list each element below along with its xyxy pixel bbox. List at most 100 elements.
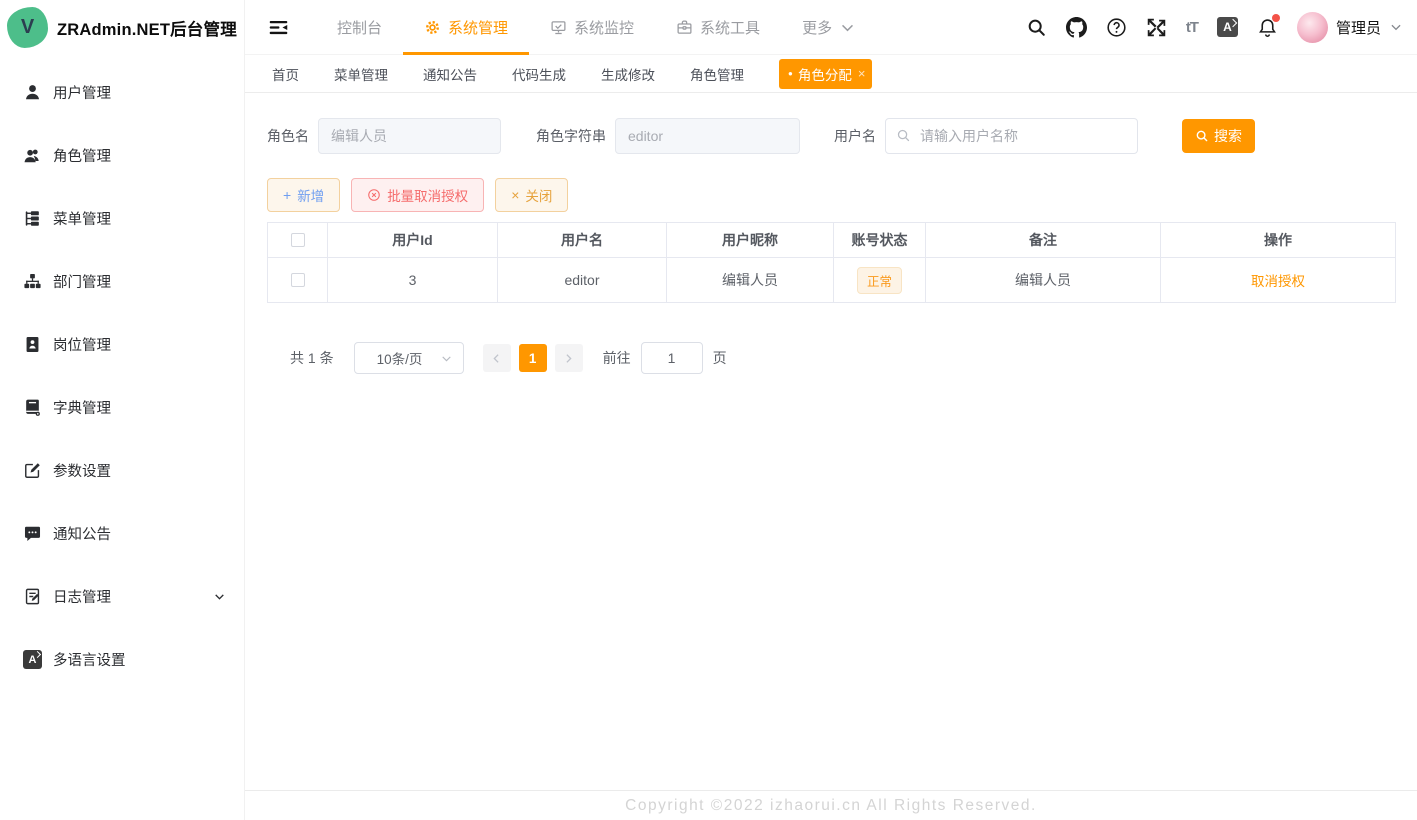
nav-item-system-management[interactable]: 系统管理 <box>403 0 529 55</box>
copyright-text: Copyright ©2022 izhaorui.cn All Rights R… <box>625 797 1037 815</box>
tag-view-bar: 首页 菜单管理 通知公告 代码生成 生成修改 角色管理 ● 角色分配 × <box>245 55 1417 93</box>
username-input[interactable] <box>885 118 1138 154</box>
username-input-wrap <box>885 118 1138 154</box>
github-icon[interactable] <box>1066 17 1087 38</box>
chevron-down-icon <box>839 19 856 36</box>
tab-close-icon[interactable]: × <box>858 66 866 81</box>
chevron-down-icon <box>440 352 453 365</box>
row-checkbox[interactable] <box>291 273 305 287</box>
notification-dot <box>1272 14 1280 22</box>
nav-item-more[interactable]: 更多 <box>781 0 877 55</box>
tab-home[interactable]: 首页 <box>272 64 299 84</box>
sidebar-item-roles[interactable]: 角色管理 <box>0 124 244 187</box>
sidebar-item-notice[interactable]: 通知公告 <box>0 502 244 565</box>
sidebar-item-users[interactable]: 用户管理 <box>0 61 244 124</box>
plus-icon: + <box>283 187 291 203</box>
sidebar-item-label: 角色管理 <box>53 145 111 166</box>
sidebar-item-logs[interactable]: 日志管理 <box>0 565 244 628</box>
batch-cancel-auth-button[interactable]: 批量取消授权 <box>351 178 484 212</box>
sidebar-item-label: 菜单管理 <box>53 208 111 229</box>
tab-role-management[interactable]: 角色管理 <box>690 64 744 84</box>
search-icon <box>1195 129 1209 143</box>
nav-item-console[interactable]: 控制台 <box>316 0 403 55</box>
pager-controls: 1 <box>483 344 583 372</box>
logo-letter: V <box>21 16 34 39</box>
monitor-icon <box>550 19 567 36</box>
search-icon[interactable] <box>1026 17 1047 38</box>
header-status: 账号状态 <box>834 223 926 258</box>
help-icon[interactable] <box>1106 17 1127 38</box>
tab-code-generation[interactable]: 代码生成 <box>512 64 566 84</box>
goto-label: 前往 <box>603 348 631 368</box>
role-key-input[interactable] <box>615 118 800 154</box>
header-nickname: 用户昵称 <box>667 223 834 258</box>
message-icon <box>23 524 42 543</box>
sidebar-item-menus[interactable]: 菜单管理 <box>0 187 244 250</box>
logo-row[interactable]: V ZRAdmin.NET后台管理 <box>0 0 244 55</box>
cancel-auth-link[interactable]: 取消授权 <box>1251 270 1305 290</box>
fullscreen-icon[interactable] <box>1146 17 1167 38</box>
prev-page-button[interactable] <box>483 344 511 372</box>
tab-notice[interactable]: 通知公告 <box>423 64 477 84</box>
top-navbar: 控制台 系统管理 系统监控 系统工具 更多 <box>245 0 1417 55</box>
navbar-actions: tT A 管理员 <box>1026 12 1417 43</box>
table-toolbar: + 新增 批量取消授权 × 关闭 <box>267 178 1396 212</box>
close-button[interactable]: × 关闭 <box>495 178 568 212</box>
main-area: 控制台 系统管理 系统监控 系统工具 更多 <box>245 0 1417 820</box>
tab-generation-edit[interactable]: 生成修改 <box>601 64 655 84</box>
chevron-right-icon <box>562 352 575 365</box>
goto-page-input[interactable] <box>641 342 703 374</box>
circle-close-icon <box>367 188 381 202</box>
role-name-input[interactable] <box>318 118 501 154</box>
sidebar-item-label: 岗位管理 <box>53 334 111 355</box>
page-number-active[interactable]: 1 <box>519 344 547 372</box>
hamburger-collapse-icon <box>268 17 289 38</box>
sidebar-item-departments[interactable]: 部门管理 <box>0 250 244 313</box>
sidebar-item-label: 多语言设置 <box>53 649 126 670</box>
bell-icon[interactable] <box>1257 17 1278 38</box>
tab-role-assignment-active[interactable]: ● 角色分配 × <box>779 59 872 89</box>
select-all-checkbox[interactable] <box>291 233 305 247</box>
cell-user-id: 3 <box>328 258 498 303</box>
search-button[interactable]: 搜索 <box>1182 119 1255 153</box>
pagination: 共 1 条 10条/页 1 前往 页 <box>267 342 1396 374</box>
search-icon <box>896 128 911 143</box>
app-title: ZRAdmin.NET后台管理 <box>57 16 237 40</box>
username-label: 用户名 <box>834 126 876 146</box>
book-icon <box>23 398 42 417</box>
sidebar-item-label: 通知公告 <box>53 523 111 544</box>
username: 管理员 <box>1336 17 1381 38</box>
nav-item-system-tools[interactable]: 系统工具 <box>655 0 781 55</box>
cell-status: 正常 <box>834 258 926 303</box>
table-header-row: 用户Id 用户名 用户昵称 账号状态 备注 操作 <box>268 223 1395 258</box>
gear-icon <box>424 19 441 36</box>
tab-menu-management[interactable]: 菜单管理 <box>334 64 388 84</box>
next-page-button[interactable] <box>555 344 583 372</box>
role-key-label: 角色字符串 <box>536 126 606 146</box>
sidebar-item-label: 日志管理 <box>53 586 111 607</box>
role-name-label: 角色名 <box>267 126 309 146</box>
sidebar-item-label: 字典管理 <box>53 397 111 418</box>
nav-item-system-monitor[interactable]: 系统监控 <box>529 0 655 55</box>
table-row: 3 editor 编辑人员 正常 编辑人员 取消授权 <box>268 258 1395 303</box>
header-remark: 备注 <box>926 223 1161 258</box>
filter-form: 角色名 角色字符串 用户名 搜索 <box>267 118 1396 154</box>
sidebar-item-multilanguage[interactable]: A 多语言设置 <box>0 628 244 691</box>
sidebar-item-dictionary[interactable]: 字典管理 <box>0 376 244 439</box>
add-button[interactable]: + 新增 <box>267 178 340 212</box>
sidebar-item-posts[interactable]: 岗位管理 <box>0 313 244 376</box>
translate-icon[interactable]: A <box>1217 17 1238 37</box>
page-size-select[interactable]: 10条/页 <box>354 342 464 374</box>
user-dropdown[interactable]: 管理员 <box>1297 12 1403 43</box>
goto-page: 前往 页 <box>603 342 727 374</box>
footer: Copyright ©2022 izhaorui.cn All Rights R… <box>245 790 1417 820</box>
sidebar-item-parameters[interactable]: 参数设置 <box>0 439 244 502</box>
avatar <box>1297 12 1328 43</box>
font-size-icon[interactable]: tT <box>1186 19 1198 36</box>
menu-tree-icon <box>23 209 42 228</box>
sidebar-item-label: 用户管理 <box>53 82 111 103</box>
log-document-icon <box>23 587 42 606</box>
chevron-left-icon <box>490 352 503 365</box>
sidebar-collapse-button[interactable] <box>255 17 302 38</box>
close-icon: × <box>511 187 519 203</box>
